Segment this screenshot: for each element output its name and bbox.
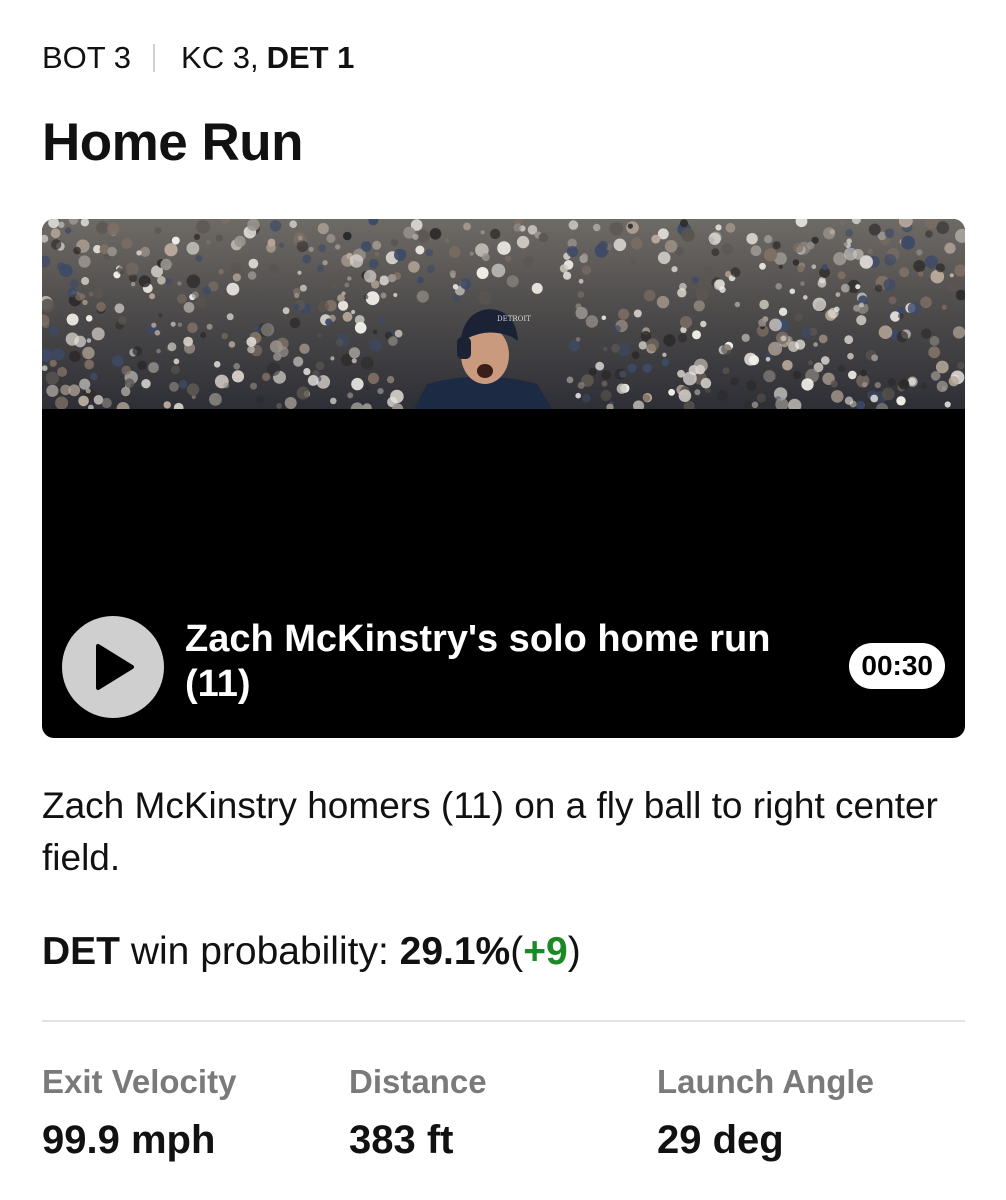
win-probability-team: DET — [42, 930, 120, 973]
play-button[interactable] — [62, 616, 164, 718]
home-score: DET 1 — [266, 40, 355, 75]
video-duration-badge: 00:30 — [849, 643, 945, 689]
win-probability-open-paren: ( — [510, 930, 524, 973]
win-probability: DET win probability: 29.1%(+9) — [42, 926, 581, 978]
video-thumbnail: DETROIT — [42, 219, 965, 409]
stat-launch-angle: Launch Angle 29 deg — [657, 1060, 874, 1164]
play-title: Home Run — [42, 113, 304, 172]
win-probability-change: +9 — [523, 930, 568, 973]
stat-label: Exit Velocity — [42, 1063, 237, 1100]
stat-label: Distance — [349, 1063, 487, 1100]
away-score: KC 3, — [181, 40, 259, 75]
stat-distance: Distance 383 ft — [349, 1060, 487, 1164]
video-player[interactable]: DETROIT Zach McKinstry's solo home run (… — [42, 219, 965, 738]
video-title[interactable]: Zach McKinstry's solo home run (11) — [185, 617, 805, 707]
win-probability-close-paren: ) — [567, 930, 581, 973]
svg-text:DETROIT: DETROIT — [497, 315, 531, 323]
stat-exit-velocity: Exit Velocity 99.9 mph — [42, 1060, 236, 1164]
play-description: Zach McKinstry homers (11) on a fly ball… — [42, 785, 938, 878]
win-probability-value: 29.1% — [399, 930, 511, 973]
inning-divider — [153, 44, 156, 72]
game-status-row: BOT 3 KC 3, DET 1 — [42, 38, 354, 78]
inning-label: BOT 3 — [42, 40, 132, 75]
stat-value: 99.9 mph — [42, 1118, 216, 1162]
section-divider — [42, 1020, 965, 1022]
stat-value: 29 deg — [657, 1118, 784, 1162]
win-probability-label: win probability: — [130, 930, 389, 973]
stat-label: Launch Angle — [657, 1063, 874, 1100]
play-icon — [96, 644, 134, 690]
stat-value: 383 ft — [349, 1118, 454, 1162]
